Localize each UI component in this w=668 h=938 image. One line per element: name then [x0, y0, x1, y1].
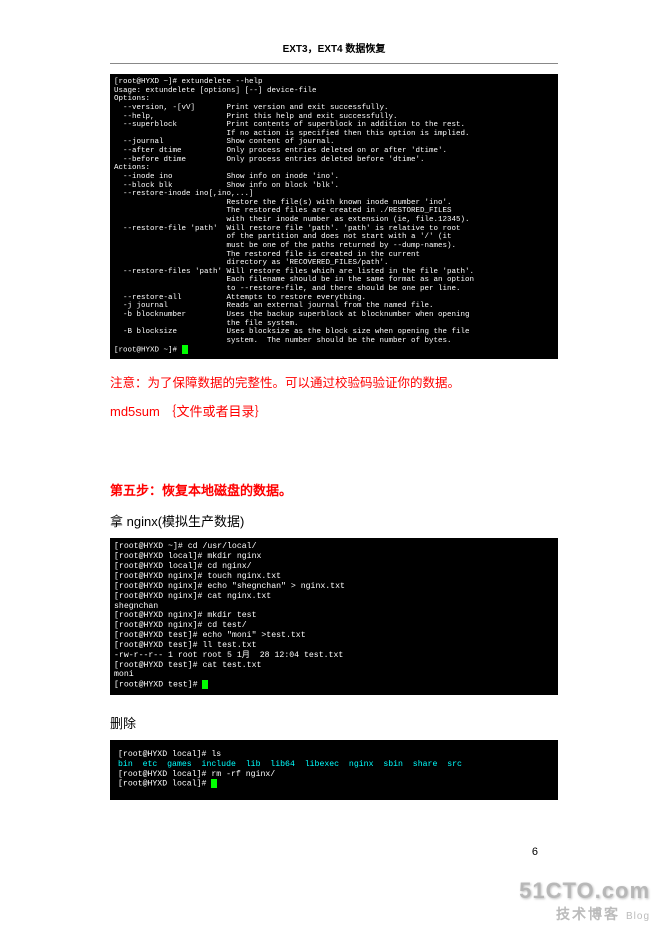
- cursor-icon: [211, 779, 217, 788]
- terminal3-line3: [root@HYXD local]# rm -rf nginx/ [root@H…: [118, 770, 275, 790]
- terminal-text: [root@HYXD ~]# extundelete --help Usage:…: [114, 78, 474, 355]
- terminal-extundelete-help: [root@HYXD ~]# extundelete --help Usage:…: [110, 74, 558, 359]
- terminal-delete: [root@HYXD local]# ls bin etc games incl…: [110, 740, 558, 800]
- terminal-nginx-setup: [root@HYXD ~]# cd /usr/local/ [root@HYXD…: [110, 538, 558, 694]
- terminal2-text: [root@HYXD ~]# cd /usr/local/ [root@HYXD…: [114, 542, 345, 689]
- delete-subtitle: 删除: [110, 713, 558, 732]
- nginx-label-text: 拿 nginx(模拟生产数据): [110, 514, 244, 529]
- step5-title: 第五步：恢复本地磁盘的数据。: [110, 480, 558, 499]
- delete-label-text: 删除: [110, 716, 136, 731]
- cursor-icon: [202, 680, 208, 689]
- page-number-text: 6: [532, 846, 538, 858]
- note-text: 注意：为了保障数据的完整性。可以通过校验码验证你的数据。: [110, 376, 460, 390]
- cursor-icon: [182, 345, 188, 354]
- terminal3-ls-output: bin etc games include lib lib64 libexec …: [118, 760, 462, 769]
- page-number: 6: [532, 846, 538, 858]
- header-divider: [110, 63, 558, 64]
- page-content: [root@HYXD ~]# extundelete --help Usage:…: [0, 74, 668, 800]
- page-header: EXT3，EXT4 数据恢复: [0, 0, 668, 63]
- terminal3-line1: [root@HYXD local]# ls: [118, 750, 221, 759]
- note-md5sum: md5sum ｛文件或者目录｝: [110, 401, 558, 420]
- note-integrity: 注意：为了保障数据的完整性。可以通过校验码验证你的数据。: [110, 373, 558, 393]
- watermark-blog: Blog: [626, 911, 650, 922]
- watermark-cn: 技术博客: [556, 906, 620, 922]
- header-title: EXT3，EXT4 数据恢复: [283, 44, 386, 55]
- step5-text: 第五步：恢复本地磁盘的数据。: [110, 483, 292, 498]
- watermark-domain: 51CTO.com: [519, 878, 650, 904]
- md5sum-text: md5sum ｛文件或者目录｝: [110, 404, 267, 419]
- nginx-subtitle: 拿 nginx(模拟生产数据): [110, 511, 558, 530]
- watermark: 51CTO.com 技术博客 Blog: [519, 878, 650, 924]
